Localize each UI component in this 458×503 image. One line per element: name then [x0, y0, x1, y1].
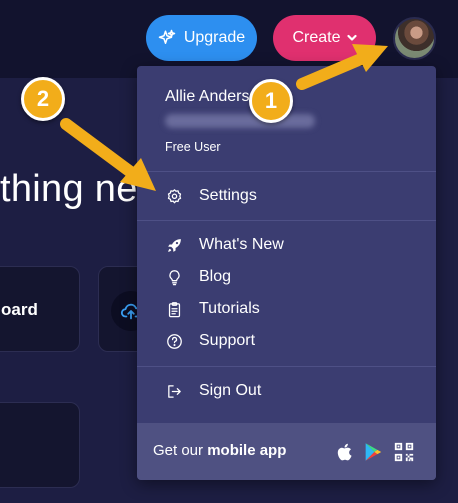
create-label: Create: [292, 29, 341, 46]
mobile-app-text: Get our mobile app: [153, 442, 286, 459]
menu-item-label: Support: [199, 332, 256, 349]
menu-item-label: Tutorials: [199, 300, 260, 317]
menu-item-sign-out[interactable]: Sign Out: [137, 376, 436, 406]
background-card[interactable]: oard: [0, 266, 80, 352]
menu-item-tutorials[interactable]: Tutorials: [137, 294, 436, 324]
upgrade-button[interactable]: Upgrade: [146, 15, 257, 61]
divider: [137, 220, 436, 221]
menu-item-support[interactable]: Support: [137, 326, 436, 356]
background-heading: thing ne: [0, 168, 138, 210]
user-avatar[interactable]: [393, 17, 436, 60]
question-circle-icon: [165, 332, 183, 350]
background-card[interactable]: [0, 402, 80, 488]
sign-out-icon: [165, 382, 183, 400]
lightbulb-icon: [165, 268, 183, 286]
menu-item-label: Sign Out: [199, 382, 262, 399]
user-email-redacted: [165, 114, 315, 128]
menu-item-label: What's New: [199, 236, 284, 253]
mobile-app-footer: Get our mobile app: [137, 423, 436, 480]
menu-item-label: Settings: [199, 187, 257, 204]
upgrade-label: Upgrade: [183, 29, 246, 46]
menu-item-label: Blog: [199, 268, 232, 285]
step-badge-2: 2: [21, 77, 65, 121]
chevron-down-icon: [346, 34, 357, 41]
step-badge-1: 1: [249, 79, 293, 123]
user-plan: Free User: [165, 140, 221, 154]
google-play-icon[interactable]: [362, 441, 384, 463]
menu-item-whats-new[interactable]: What's New: [137, 230, 436, 260]
background-card-label: oard: [1, 300, 38, 319]
apple-icon[interactable]: [334, 441, 356, 463]
gear-icon: [165, 187, 183, 205]
menu-item-blog[interactable]: Blog: [137, 262, 436, 292]
create-button[interactable]: Create: [273, 15, 376, 61]
mobile-app-bold: mobile app: [207, 442, 287, 459]
menu-item-settings[interactable]: Settings: [137, 181, 436, 211]
qr-code-icon[interactable]: [393, 441, 415, 463]
divider: [137, 366, 436, 367]
sparkle-icon: [158, 29, 176, 44]
rocket-icon: [165, 236, 183, 254]
clipboard-icon: [165, 300, 183, 318]
divider: [137, 171, 436, 172]
user-dropdown-menu: Allie Anders Free User Settings What's N…: [137, 66, 436, 480]
user-name: Allie Anders: [165, 88, 250, 105]
mobile-app-prefix: Get our: [153, 442, 208, 459]
